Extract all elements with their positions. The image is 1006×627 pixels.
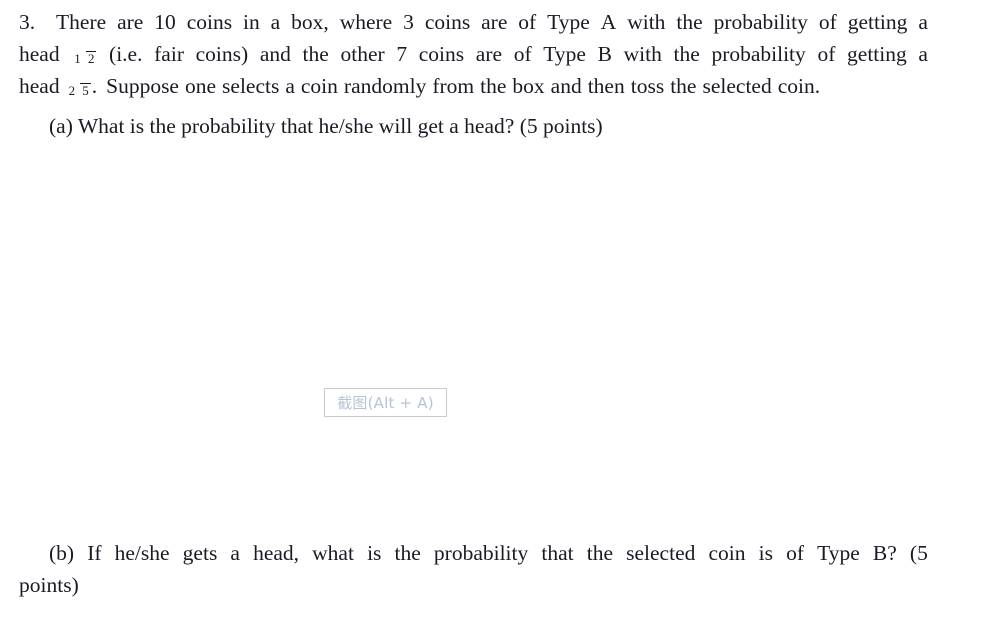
word: a (230, 541, 240, 565)
word: probability (711, 42, 806, 66)
part-a-text: What is the probability that he/she will… (77, 114, 515, 138)
word: of (786, 541, 804, 565)
word: where (339, 10, 393, 34)
word: selects (222, 74, 280, 98)
word: of (817, 42, 836, 66)
word: and (550, 74, 582, 98)
word: 10 (154, 10, 176, 34)
word: is (367, 541, 382, 565)
fraction-numerator: 2 (68, 84, 76, 99)
word: getting (847, 10, 908, 34)
word: probability (433, 541, 529, 565)
word: box, (291, 10, 329, 34)
document-page: 3. There are 10 coins in a box, where 3 … (0, 0, 1006, 627)
word: of (818, 10, 837, 34)
word: are (117, 10, 144, 34)
screenshot-placeholder-label: 截图(Alt + A) (337, 394, 434, 412)
fraction-numerator: 1 (74, 52, 81, 67)
word: head, (253, 541, 300, 565)
word: getting (847, 42, 907, 66)
part-b-line-2: points) (19, 569, 928, 601)
word: and (259, 42, 291, 66)
word: randomly (343, 74, 427, 98)
word: 3 (403, 10, 414, 34)
word: with (627, 10, 666, 34)
part-a-points: (5 points) (519, 114, 603, 138)
word: the (480, 74, 507, 98)
word: Type (543, 42, 586, 66)
word: toss (630, 74, 665, 98)
word: head (19, 42, 60, 66)
word: coin (300, 74, 338, 98)
word: Type (817, 541, 860, 565)
word: are (481, 10, 508, 34)
word: that (541, 541, 574, 565)
word: coin (708, 541, 746, 565)
word: probability (713, 10, 808, 34)
part-b-label: (b) (49, 541, 75, 565)
part-a-label: (a) (49, 114, 73, 138)
word: what (312, 541, 354, 565)
problem-line-2: head 1 2 (i.e. fair coins) and the other… (19, 38, 928, 70)
word: coin. (777, 74, 821, 98)
word: If (87, 541, 102, 565)
word: (5 (909, 541, 928, 565)
word: head (19, 74, 60, 98)
word: the (676, 10, 703, 34)
part-b-line-1: (b) If he/she gets a head, what is the p… (19, 537, 928, 569)
fraction-denominator: 2 (85, 51, 97, 67)
word: (i.e. (109, 42, 143, 66)
problem-number: 3. (19, 10, 36, 34)
word: There (56, 10, 107, 34)
word: are (475, 42, 503, 66)
word: the (394, 541, 421, 565)
part-b-continuation: points) (19, 573, 79, 597)
word: coins) (195, 42, 249, 66)
word: coins (186, 10, 233, 34)
word: a (270, 10, 281, 34)
fraction-one-half: 1 2 (72, 51, 97, 67)
problem-line-1: 3. There are 10 coins in a box, where 3 … (19, 6, 928, 38)
word: one (184, 74, 217, 98)
word: selected (702, 74, 772, 98)
word: 7 (396, 42, 408, 66)
fraction-two-fifths: 2 5 (67, 83, 91, 99)
word: a (285, 74, 295, 98)
word: B? (872, 541, 897, 565)
word: he/she (114, 541, 170, 565)
word: then (587, 74, 625, 98)
word: coins (418, 42, 465, 66)
word: in (243, 10, 260, 34)
part-a: (a) What is the probability that he/she … (49, 110, 603, 142)
word: a (918, 42, 928, 66)
screenshot-placeholder-button[interactable]: 截图(Alt + A) (324, 388, 447, 417)
word: the (670, 74, 697, 98)
word: of (513, 42, 532, 66)
word: a (918, 10, 928, 34)
word: gets (182, 541, 218, 565)
word: B (597, 42, 612, 66)
word: selected (626, 541, 696, 565)
word: the (586, 541, 614, 565)
word: box (512, 74, 545, 98)
word: coins (424, 10, 471, 34)
word: of (518, 10, 537, 34)
word: Type (547, 10, 590, 34)
fraction-denominator: 5 (80, 83, 91, 99)
problem-statement: 3. There are 10 coins in a box, where 3 … (19, 6, 928, 102)
word: A (600, 10, 617, 34)
word: other (340, 42, 385, 66)
word: with (623, 42, 662, 66)
problem-line-3: head 2 5 . Suppose one selects a coin ra… (19, 70, 928, 102)
word: . (91, 74, 98, 98)
word: fair (154, 42, 184, 66)
word: is (758, 541, 773, 565)
part-b: (b) If he/she gets a head, what is the p… (19, 537, 928, 601)
word: from (432, 74, 475, 98)
word: the (673, 42, 700, 66)
word: Suppose (106, 74, 179, 98)
word: the (302, 42, 329, 66)
